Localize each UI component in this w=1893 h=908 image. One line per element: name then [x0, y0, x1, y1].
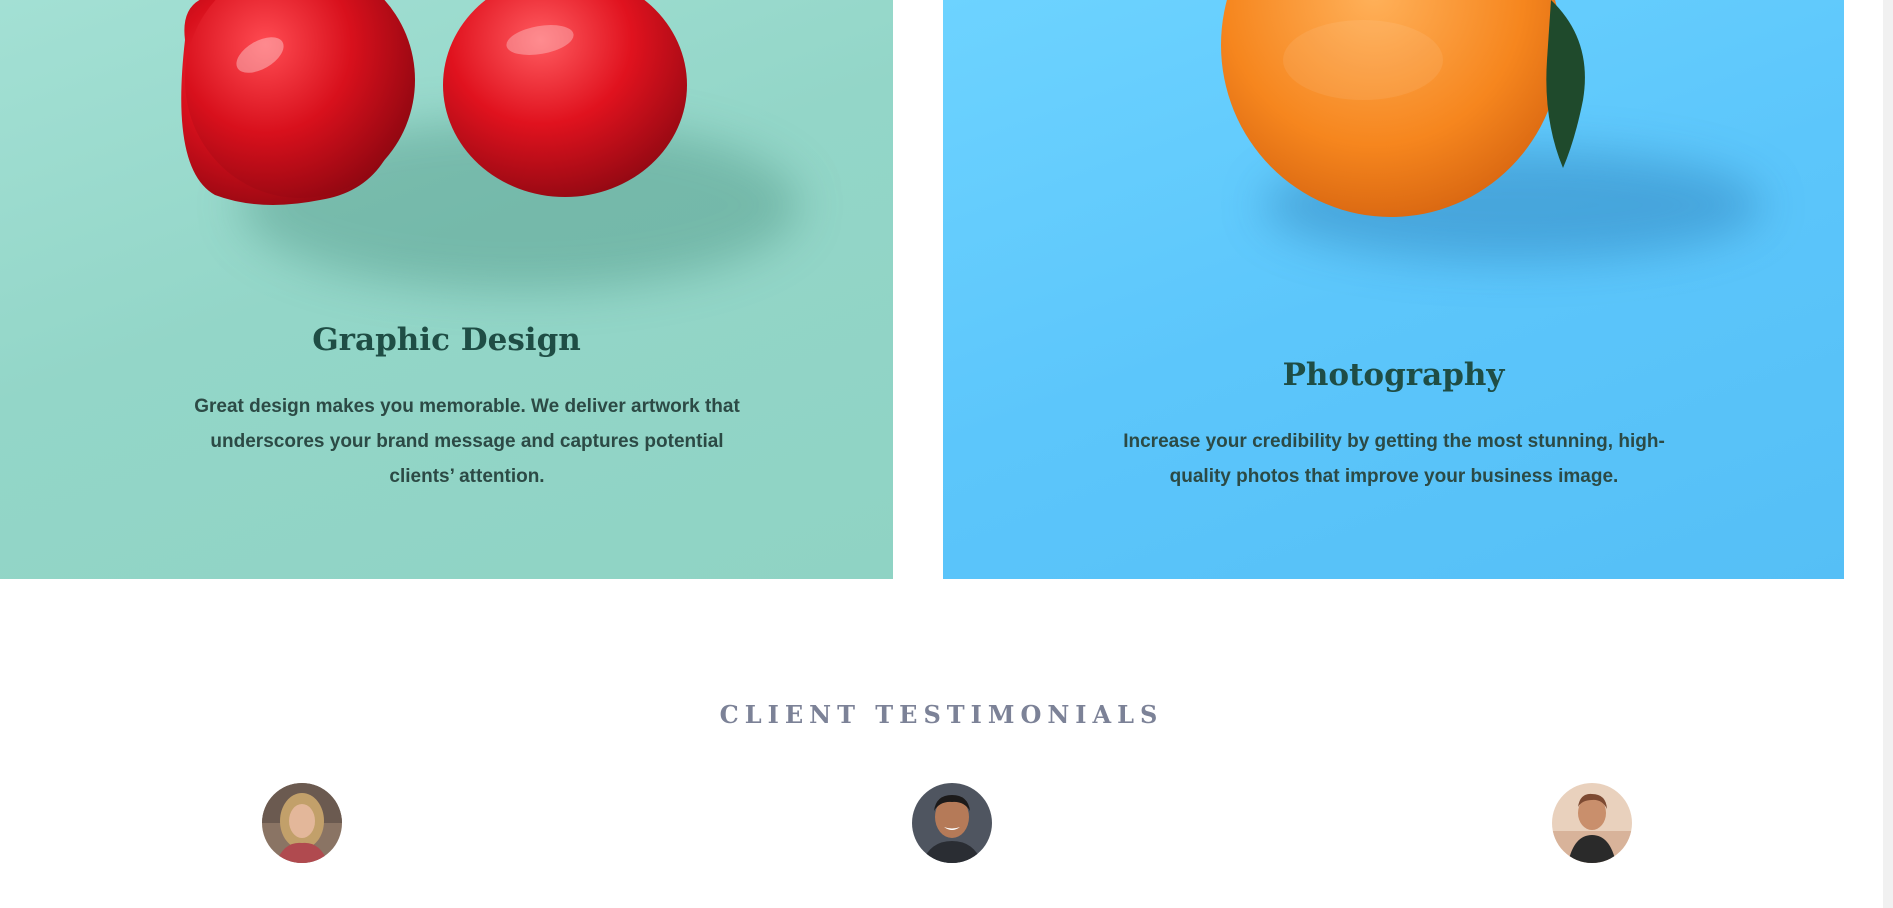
service-title: Graphic Design [312, 322, 581, 358]
woman-beach-avatar[interactable] [1552, 783, 1632, 863]
orange-icon [1221, 0, 1585, 217]
service-title: Photography [1282, 357, 1505, 393]
cherries-icon [181, 0, 687, 205]
service-card-graphic-design: Graphic Design Great design makes you me… [0, 0, 893, 579]
woman-long-hair-avatar[interactable] [262, 783, 342, 863]
section-heading-testimonials: CLIENT TESTIMONIALS [719, 700, 1164, 729]
service-description: Great design makes you memorable. We del… [194, 396, 740, 487]
service-description: Increase your credibility by getting the… [1123, 431, 1665, 487]
smiling-man-avatar[interactable] [912, 783, 992, 863]
page-scrollbar[interactable] [1883, 0, 1893, 908]
service-card-photography: Photography Increase your credibility by… [943, 0, 1844, 579]
